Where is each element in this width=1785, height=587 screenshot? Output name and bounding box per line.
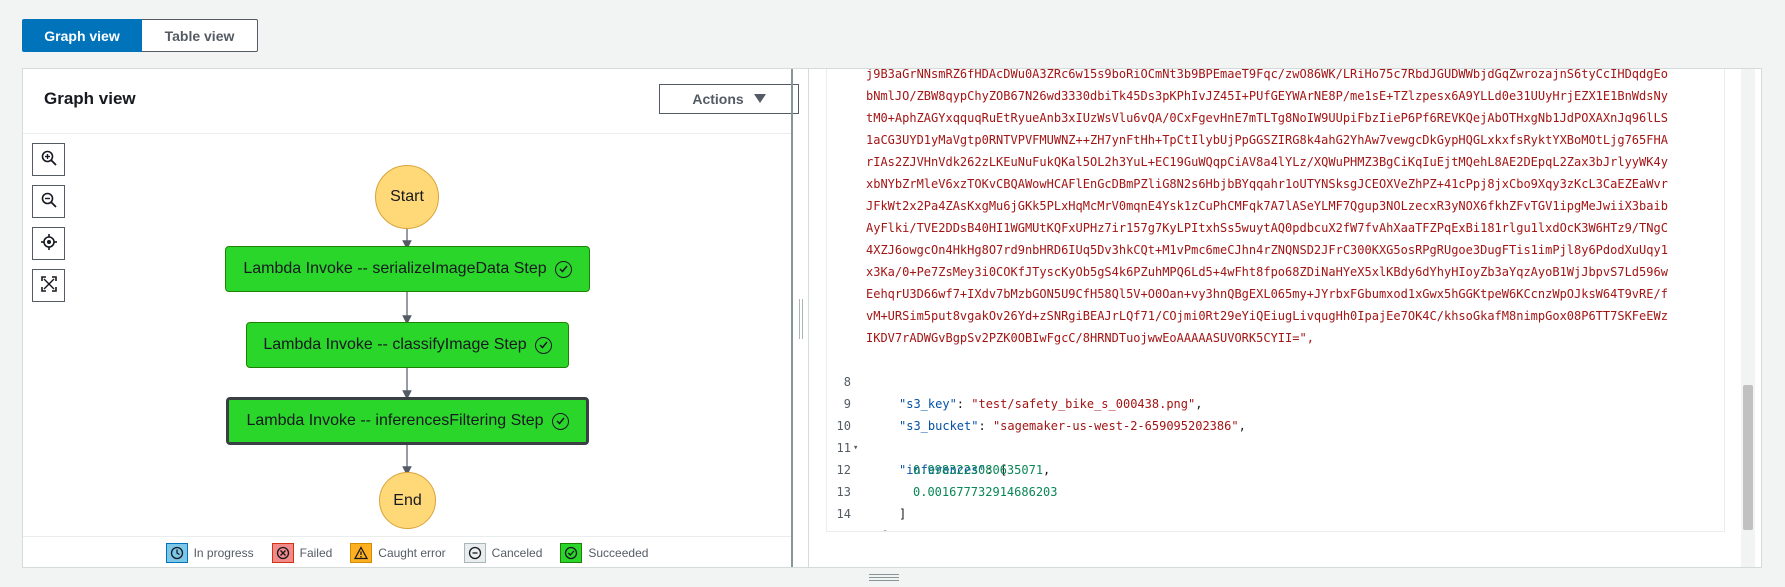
step-label: Lambda Invoke -- serializeImageData Step bbox=[243, 260, 547, 277]
code-line: 1aCG3UYD1yMaVgtp0RNTVPVFMUWNZ++ZH7ynFtHh… bbox=[827, 129, 1724, 151]
warning-icon bbox=[350, 542, 373, 563]
graph-pane: Graph view Actions Start Lambda Invoke -… bbox=[23, 69, 799, 568]
code-text: IKDV7rADWGvBgpSv2PZK0OBIwFgcC/8HRNDTuojw… bbox=[866, 331, 1314, 345]
code-text: xbNYbZrMleV6xzTOKvCBQAWowHCAFlEnGcDBmPZl… bbox=[866, 177, 1668, 191]
step-classify-image[interactable]: Lambda Invoke -- classifyImage Step bbox=[246, 322, 569, 368]
end-node-label: End bbox=[393, 491, 422, 509]
step-serialize-image-data[interactable]: Lambda Invoke -- serializeImageData Step bbox=[225, 246, 590, 292]
scroll-thumb[interactable] bbox=[1743, 385, 1753, 530]
check-circle-icon bbox=[551, 412, 569, 430]
check-circle-icon bbox=[560, 542, 583, 563]
status-legend: In progress Failed Caught error Canceled bbox=[23, 536, 791, 568]
code-text: JFkWt2x2Pa4ZAsKxgMu6jGKk5PLxHqMcMrV0mqnE… bbox=[866, 199, 1668, 213]
end-node[interactable]: End bbox=[379, 472, 436, 529]
code-text: bNmlJO/ZBW8qypChyZOB67N26wd3330dbiTk45Ds… bbox=[866, 89, 1668, 103]
code-line: JFkWt2x2Pa4ZAsKxgMu6jGKk5PLxHqMcMrV0mqnE… bbox=[827, 195, 1724, 217]
code-line: tM0+AphZAGYxqquqRuEtRyueAnb3xIUzWsVlu6vQ… bbox=[827, 107, 1724, 129]
code-line: j9B3aGrNNsmRZ6fHDAcDWu0A3ZRc6w15s9boRiOC… bbox=[827, 69, 1724, 85]
legend-label: Caught error bbox=[378, 545, 446, 560]
legend-label: Canceled bbox=[491, 545, 543, 560]
code-text: vM+URSim5put8vgakOv26Yd+zSNRgiBEAJrLQf71… bbox=[866, 309, 1668, 323]
code-line-9: 9 "s3_bucket": "sagemaker-us-west-2-6590… bbox=[827, 371, 1724, 433]
legend-in-progress: In progress bbox=[165, 542, 254, 563]
code-line: 4XZJ6owgcOn4HkHg8O7rd9nbHRD6IUq5Dv3hkCQt… bbox=[827, 239, 1724, 261]
code-text: rIAs2ZJVHnVdk262zLKEuNuFukQKal5OL2h3YuL+… bbox=[866, 155, 1668, 169]
code-line: bNmlJO/ZBW8qypChyZOB67N26wd3330dbiTk45Ds… bbox=[827, 85, 1724, 107]
check-circle-icon bbox=[534, 336, 552, 354]
code-text: j9B3aGrNNsmRZ6fHDAcDWu0A3ZRc6w15s9boRiOC… bbox=[866, 69, 1668, 81]
code-text: EehqrU3D66wf7+IXdv7bMzbGON5U9CfH58Ql5V+O… bbox=[866, 287, 1668, 301]
code-line: rIAs2ZJVHnVdk262zLKEuNuFukQKal5OL2h3YuL+… bbox=[827, 151, 1724, 173]
legend-label: Succeeded bbox=[588, 545, 649, 560]
step-label: Lambda Invoke -- inferencesFiltering Ste… bbox=[246, 412, 544, 429]
pane-divider-secondary bbox=[808, 69, 809, 567]
step-label: Lambda Invoke -- classifyImage Step bbox=[263, 336, 527, 353]
pane-divider bbox=[791, 69, 793, 567]
code-line: EehqrU3D66wf7+IXdv7bMzbGON5U9CfH58Ql5V+O… bbox=[827, 283, 1724, 305]
code-line-8: 8 "s3_key": "test/safety_bike_s_000438.p… bbox=[827, 349, 1724, 411]
code-viewer[interactable]: j9B3aGrNNsmRZ6fHDAcDWu0A3ZRc6w15s9boRiOC… bbox=[826, 69, 1725, 532]
table-view-button[interactable]: Table view bbox=[142, 19, 258, 52]
legend-caught-error: Caught error bbox=[350, 542, 446, 563]
x-circle-icon bbox=[271, 542, 294, 563]
code-line: AyFlki/TVE2DDsB40HI1WGMUtKQFxUPHz7ir157g… bbox=[827, 217, 1724, 239]
clock-icon bbox=[165, 542, 188, 563]
execution-panel: Graph view Actions Start Lambda Invoke -… bbox=[22, 68, 1762, 568]
bottom-resize-handle[interactable] bbox=[869, 574, 899, 582]
code-line: vM+URSim5put8vgakOv26Yd+zSNRgiBEAJrLQf71… bbox=[827, 305, 1724, 327]
code-text: 4XZJ6owgcOn4HkHg8O7rd9nbHRD6IUq5Dv3hkCQt… bbox=[866, 243, 1668, 257]
code-line: xbNYbZrMleV6xzTOKvCBQAWowHCAFlEnGcDBmPZl… bbox=[827, 173, 1724, 195]
code-text: tM0+AphZAGYxqquqRuEtRyueAnb3xIUzWsVlu6vQ… bbox=[866, 111, 1668, 125]
code-line-15: 15 } bbox=[827, 503, 1724, 531]
minus-circle-icon bbox=[463, 542, 486, 563]
start-node[interactable]: Start bbox=[375, 165, 439, 229]
legend-succeeded: Succeeded bbox=[560, 542, 649, 563]
code-line: x3Ka/0+Pe7ZsMey3i0COKfJTyscKyOb5gS4k6PZu… bbox=[827, 261, 1724, 283]
legend-label: In progress bbox=[193, 545, 254, 560]
step-inferences-filtering[interactable]: Lambda Invoke -- inferencesFiltering Ste… bbox=[226, 397, 589, 445]
code-line-13: 13 ] bbox=[827, 459, 1724, 521]
check-circle-icon bbox=[554, 260, 572, 278]
view-toggle: Graph view Table view bbox=[22, 19, 258, 52]
code-line-14: 14 } bbox=[827, 481, 1724, 531]
graph-edges bbox=[402, 201, 412, 476]
legend-failed: Failed bbox=[271, 542, 333, 563]
code-text: 1aCG3UYD1yMaVgtp0RNTVPVFMUWNZ++ZH7ynFtHh… bbox=[866, 133, 1668, 147]
start-node-label: Start bbox=[390, 188, 424, 205]
code-line-11: 11 0.9983223080635071, bbox=[827, 415, 1724, 477]
legend-canceled: Canceled bbox=[463, 542, 543, 563]
code-line-12: 12 0.001677732914686203 bbox=[827, 437, 1724, 499]
code-text: x3Ka/0+Pe7ZsMey3i0COKfJTyscKyOb5gS4k6PZu… bbox=[866, 265, 1668, 279]
legend-label: Failed bbox=[299, 545, 333, 560]
graph-view-button[interactable]: Graph view bbox=[22, 19, 142, 52]
resize-handle[interactable] bbox=[796, 299, 806, 339]
line-number: 15 bbox=[827, 525, 851, 531]
code-scrollbar[interactable] bbox=[1741, 69, 1755, 567]
code-line-10: 10 ▾ "inferences": [ bbox=[827, 393, 1724, 477]
code-line: IKDV7rADWGvBgpSv2PZK0OBIwFgcC/8HRNDTuojw… bbox=[827, 327, 1724, 349]
code-text: AyFlki/TVE2DDsB40HI1WGMUtKQFxUPHz7ir157g… bbox=[866, 221, 1668, 235]
json-brace: } bbox=[883, 525, 890, 531]
